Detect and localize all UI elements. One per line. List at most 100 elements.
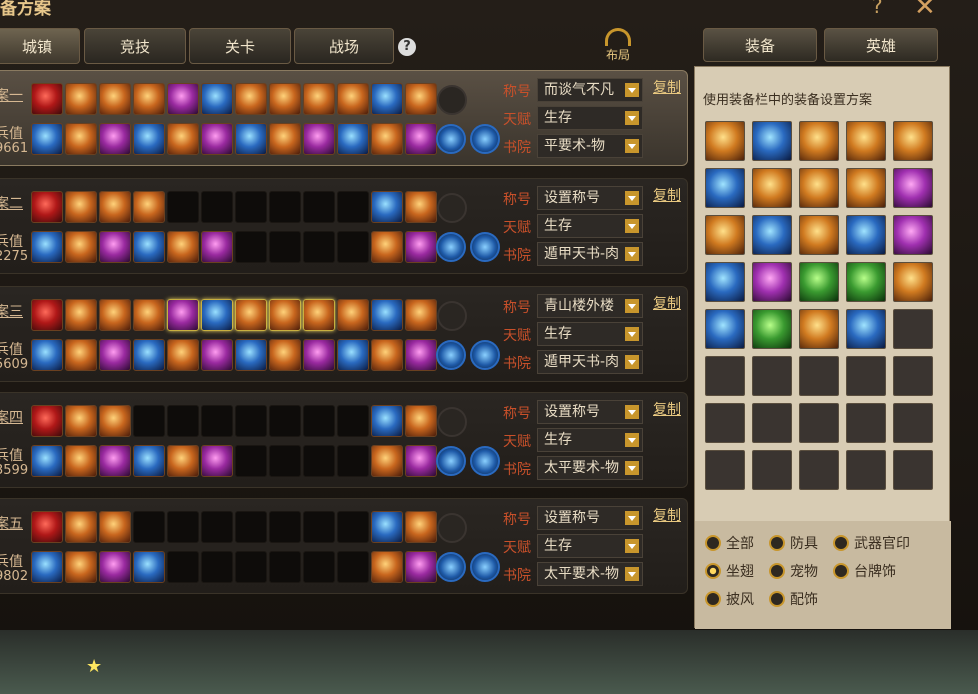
academy-select[interactable]: 遁甲天书-肉	[537, 242, 643, 266]
equipment-slot[interactable]	[99, 231, 131, 263]
equipment-slot[interactable]	[99, 339, 131, 371]
title-select[interactable]: 青山楼外楼	[537, 294, 643, 318]
equipment-slot[interactable]	[235, 511, 267, 543]
equipment-slot[interactable]	[201, 551, 233, 583]
empty-slot-icon[interactable]	[437, 193, 467, 223]
empty-slot-icon[interactable]	[437, 85, 467, 115]
title-select[interactable]: 而谈气不凡	[537, 78, 643, 102]
equipment-slot[interactable]	[133, 445, 165, 477]
equipment-slot[interactable]	[201, 123, 233, 155]
academy-select[interactable]: 太平要术-物	[537, 562, 643, 586]
equipment-slot[interactable]	[303, 191, 335, 223]
talent-select[interactable]: 生存	[537, 428, 643, 452]
equipment-slot[interactable]	[269, 511, 301, 543]
equipment-slot[interactable]	[133, 405, 165, 437]
equipment-slot[interactable]	[31, 83, 63, 115]
equipment-slot[interactable]	[269, 405, 301, 437]
equipment-item[interactable]	[752, 262, 792, 302]
equipment-slot[interactable]	[201, 511, 233, 543]
equipment-slot[interactable]	[337, 299, 369, 331]
tabs-help-icon[interactable]: ?	[398, 38, 416, 56]
equipment-slot[interactable]	[371, 191, 403, 223]
tab-hero[interactable]: 英雄	[824, 28, 938, 62]
equipment-item[interactable]	[799, 121, 839, 161]
equipment-item[interactable]	[799, 168, 839, 208]
equipment-slot[interactable]	[371, 299, 403, 331]
equipment-item[interactable]	[752, 403, 792, 443]
equipment-item[interactable]	[799, 262, 839, 302]
equipment-item[interactable]	[705, 168, 745, 208]
equipment-slot[interactable]	[405, 191, 437, 223]
equipment-slot[interactable]	[337, 123, 369, 155]
equipment-slot[interactable]	[371, 339, 403, 371]
equipment-slot[interactable]	[303, 445, 335, 477]
tab-town[interactable]: 城镇	[0, 28, 80, 64]
copy-link[interactable]: 复制	[653, 185, 681, 205]
equipment-slot[interactable]	[31, 339, 63, 371]
copy-link[interactable]: 复制	[653, 399, 681, 419]
academy-select[interactable]: 遁甲天书-肉	[537, 350, 643, 374]
equipment-item[interactable]	[846, 168, 886, 208]
equipment-slot[interactable]	[371, 405, 403, 437]
plan-name[interactable]: 案四	[0, 407, 23, 427]
title-select[interactable]: 设置称号	[537, 506, 643, 530]
equipment-slot[interactable]	[31, 551, 63, 583]
filter-mount-wing[interactable]: 坐翅	[705, 561, 754, 581]
equipment-slot[interactable]	[405, 405, 437, 437]
equipment-item[interactable]	[893, 403, 933, 443]
equipment-slot[interactable]	[31, 231, 63, 263]
equipment-item[interactable]	[893, 450, 933, 490]
equipment-slot[interactable]	[269, 83, 301, 115]
skill-icon[interactable]	[436, 232, 466, 262]
plan-name[interactable]: 案二	[0, 193, 23, 213]
equipment-slot[interactable]	[167, 339, 199, 371]
empty-slot-icon[interactable]	[437, 301, 467, 331]
equipment-item[interactable]	[893, 168, 933, 208]
equipment-slot[interactable]	[133, 83, 165, 115]
equipment-slot[interactable]	[371, 445, 403, 477]
equipment-slot[interactable]	[133, 339, 165, 371]
plan-name[interactable]: 案三	[0, 301, 23, 321]
equipment-item[interactable]	[799, 450, 839, 490]
equipment-slot[interactable]	[167, 511, 199, 543]
skill-icon[interactable]	[470, 340, 500, 370]
equipment-item[interactable]	[705, 450, 745, 490]
equipment-slot[interactable]	[133, 191, 165, 223]
equipment-slot[interactable]	[269, 445, 301, 477]
equipment-slot[interactable]	[405, 445, 437, 477]
equipment-slot[interactable]	[31, 299, 63, 331]
equipment-slot[interactable]	[65, 405, 97, 437]
equipment-slot[interactable]	[269, 299, 301, 331]
plan-name[interactable]: 案一	[0, 85, 23, 105]
academy-select[interactable]: 太平要术-物	[537, 456, 643, 480]
talent-select[interactable]: 生存	[537, 322, 643, 346]
empty-slot-icon[interactable]	[437, 513, 467, 543]
equipment-slot[interactable]	[303, 405, 335, 437]
equipment-slot[interactable]	[99, 445, 131, 477]
equipment-item[interactable]	[752, 121, 792, 161]
filter-plate-ornament[interactable]: 台牌饰	[833, 561, 896, 581]
equipment-item[interactable]	[752, 356, 792, 396]
equipment-slot[interactable]	[303, 511, 335, 543]
equipment-slot[interactable]	[31, 123, 63, 155]
equipment-slot[interactable]	[133, 511, 165, 543]
equipment-slot[interactable]	[371, 83, 403, 115]
equipment-slot[interactable]	[337, 231, 369, 263]
equipment-slot[interactable]	[303, 123, 335, 155]
equipment-slot[interactable]	[235, 551, 267, 583]
equipment-slot[interactable]	[303, 83, 335, 115]
equipment-slot[interactable]	[65, 445, 97, 477]
equipment-slot[interactable]	[133, 231, 165, 263]
equipment-slot[interactable]	[371, 511, 403, 543]
equipment-item[interactable]	[846, 215, 886, 255]
help-icon[interactable]: ?	[872, 0, 883, 18]
academy-select[interactable]: 平要术-物	[537, 134, 643, 158]
equipment-item[interactable]	[846, 450, 886, 490]
equipment-slot[interactable]	[133, 123, 165, 155]
copy-link[interactable]: 复制	[653, 77, 681, 97]
equipment-slot[interactable]	[201, 299, 233, 331]
equipment-item[interactable]	[799, 356, 839, 396]
filter-pet[interactable]: 宠物	[769, 561, 818, 581]
equipment-slot[interactable]	[337, 191, 369, 223]
equipment-item[interactable]	[846, 356, 886, 396]
